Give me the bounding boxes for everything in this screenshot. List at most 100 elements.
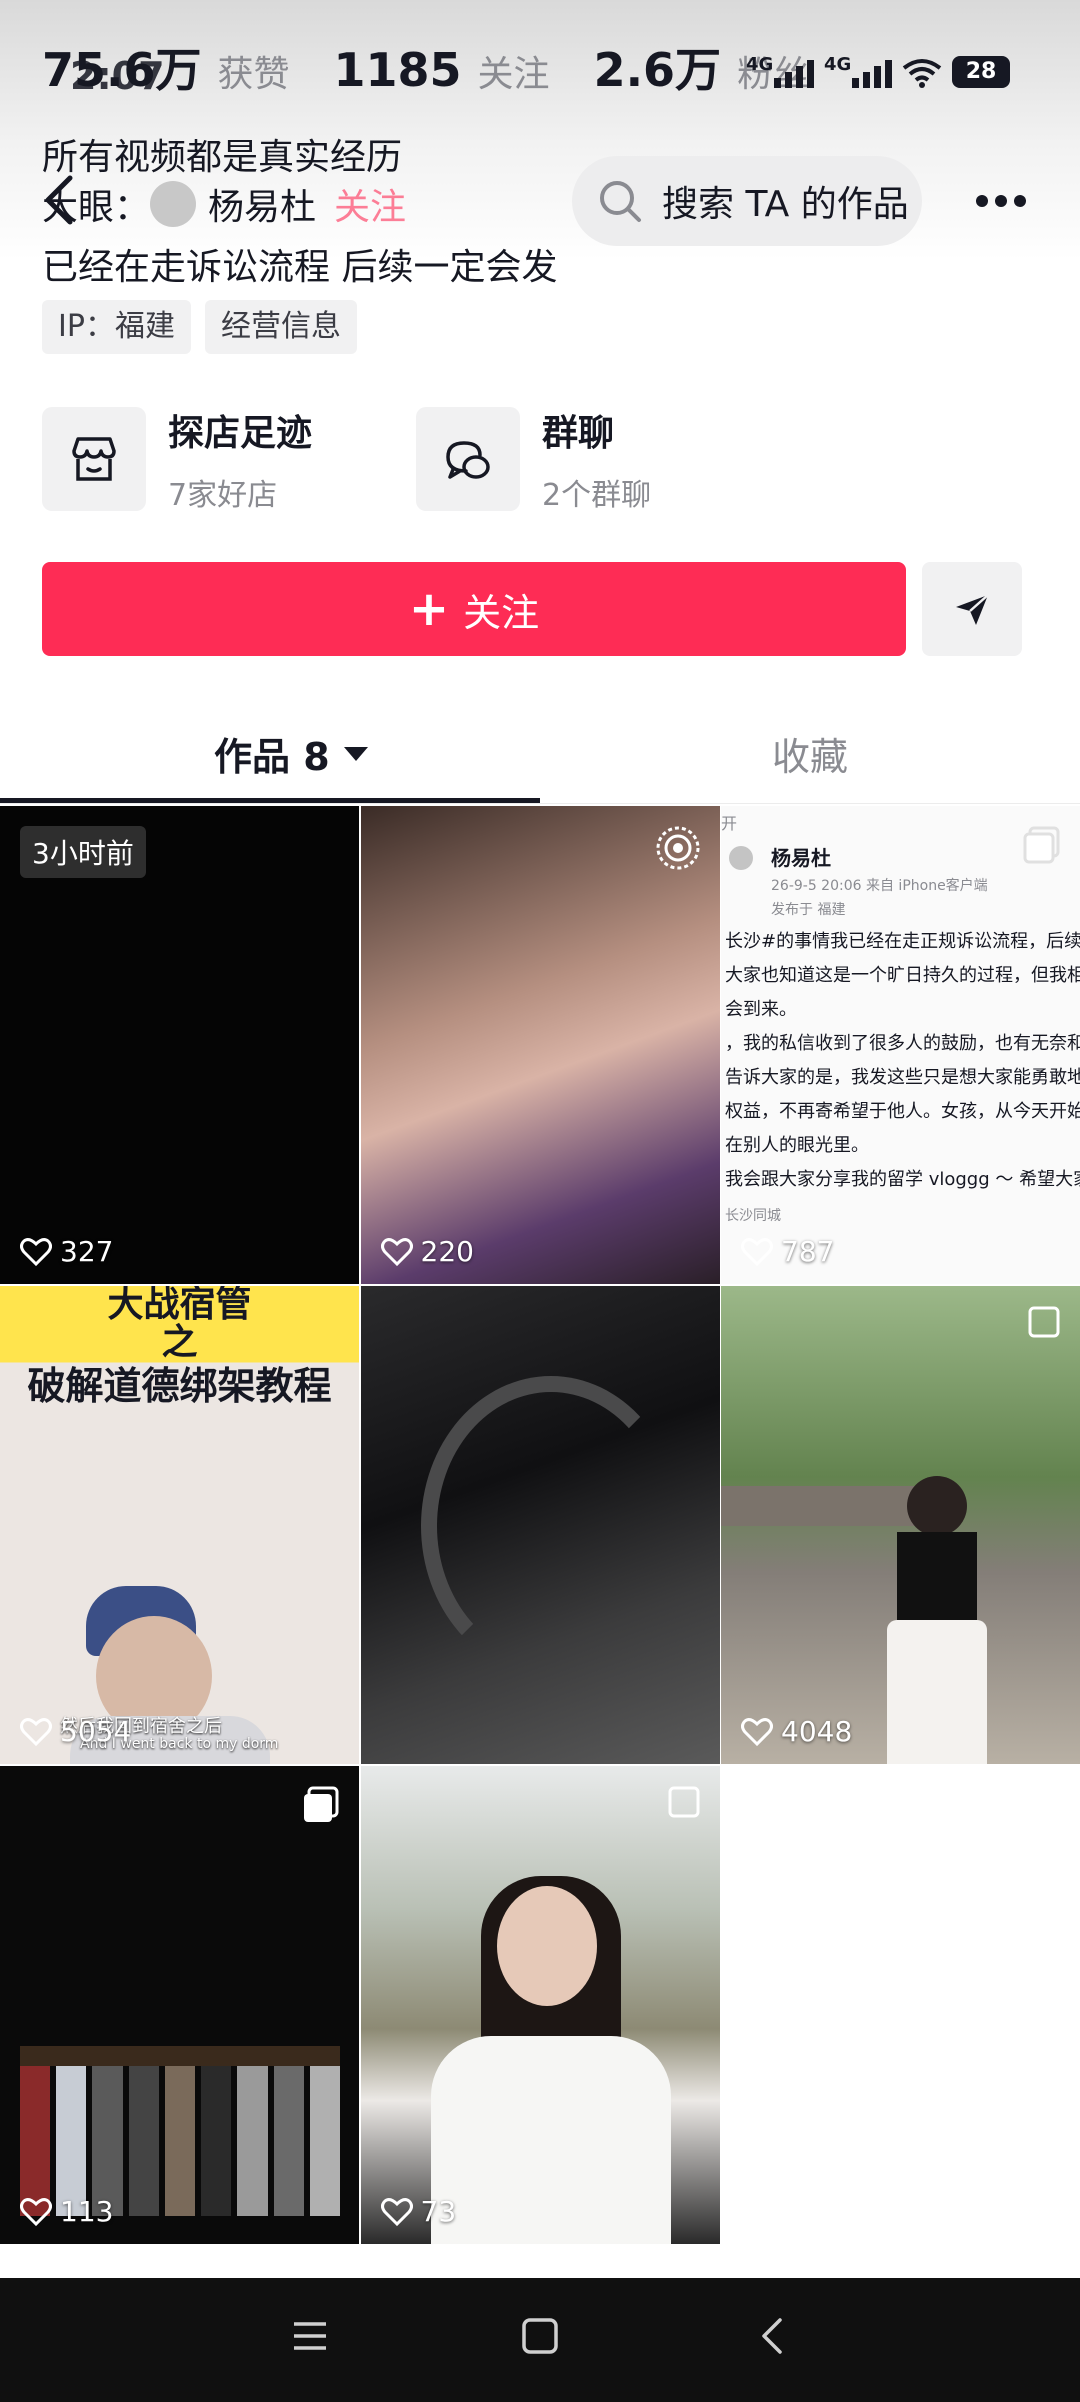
car-seat-shape xyxy=(420,1376,681,1676)
home-icon[interactable] xyxy=(520,2316,560,2356)
top-shape xyxy=(897,1532,977,1622)
like-count: 113 xyxy=(20,2195,113,2228)
stat-label: 获赞 xyxy=(217,54,290,95)
network-label: 4G xyxy=(746,54,774,75)
tag-list: IP：福建 经营信息 xyxy=(42,300,357,354)
like-count-value: 220 xyxy=(420,1235,474,1268)
like-count: 787 xyxy=(741,1235,834,1268)
search-icon xyxy=(600,181,641,222)
heart-icon xyxy=(20,2197,52,2226)
video-grid: 3小时前 327 220 开 杨易杜 26-9-5 20:06 来自 iPhon… xyxy=(0,806,1080,2244)
post-line: 权益，不再寄希望于他人。女孩，从今天开始，不 xyxy=(725,1101,1080,1122)
post-line: ，我的私信收到了很多人的鼓励，也有无奈和共鸣 xyxy=(725,1033,1080,1054)
share-button[interactable] xyxy=(922,562,1022,656)
video-thumbnail[interactable]: 开 杨易杜 26-9-5 20:06 来自 iPhone客户端 发布于 福建 长… xyxy=(721,806,1080,1284)
chat-icon xyxy=(416,407,520,511)
heart-icon xyxy=(20,1237,52,1266)
system-nav-bar xyxy=(0,2278,1080,2402)
search-placeholder: 搜索 TA 的作品 xyxy=(662,184,909,225)
like-count-value: 787 xyxy=(781,1235,835,1268)
video-thumbnail[interactable]: 73 xyxy=(360,1766,720,2244)
like-count-value: 4048 xyxy=(781,1715,853,1748)
video-thumbnail[interactable]: 4048 xyxy=(721,1286,1080,1764)
send-icon xyxy=(956,594,989,625)
hair-shape xyxy=(907,1476,967,1536)
tab-bar: 作品 8 收藏 xyxy=(0,700,1080,804)
plus-icon: + xyxy=(408,581,450,637)
post-line: 大家也知道这是一个旷日持久的过程，但我相信正 xyxy=(725,965,1080,986)
post-line: 会到来。 xyxy=(725,999,797,1020)
signal-icon: 4G xyxy=(746,54,814,88)
banner-line: 大战宿管 xyxy=(107,1286,252,1325)
like-count-value: 113 xyxy=(60,2195,114,2228)
stat-following[interactable]: 1185 关注 xyxy=(334,43,550,97)
post-location: 发布于 福建 xyxy=(771,902,846,918)
like-count: 220 xyxy=(380,1235,474,1268)
back-icon[interactable] xyxy=(752,2316,792,2356)
tab-indicator xyxy=(0,798,540,803)
business-info-tag[interactable]: 经营信息 xyxy=(204,300,357,354)
menu-icon[interactable] xyxy=(290,2316,330,2356)
time-badge: 3小时前 xyxy=(20,826,146,878)
post-line: 长沙#的事情我已经在走正规诉讼流程，后续一定会 xyxy=(725,931,1080,952)
like-count: 5054 xyxy=(20,1715,131,1748)
video-thumbnail[interactable]: 3小时前 327 xyxy=(0,806,359,1284)
video-title-banner: 大战宿管 之 破解道德绑架教程 xyxy=(0,1286,359,1410)
feature-row: 探店足迹 7家好店 群聊 2个群聊 xyxy=(42,404,746,514)
like-count: 327 xyxy=(20,1235,113,1268)
feature-subtitle: 7家好店 xyxy=(168,478,278,513)
video-thumbnail[interactable]: 大战宿管 之 破解道德绑架教程 然后我回到宿舍之后 And I went bac… xyxy=(0,1286,359,1764)
stat-label: 关注 xyxy=(477,54,550,95)
image-set-icon xyxy=(1023,826,1060,864)
feature-group-chat[interactable]: 群聊 2个群聊 xyxy=(416,404,746,514)
wifi-icon xyxy=(902,59,942,88)
image-set-icon xyxy=(1028,1306,1060,1338)
search-input[interactable]: 搜索 TA 的作品 xyxy=(572,156,922,246)
tab-works[interactable]: 作品 8 xyxy=(214,726,368,781)
feature-title: 群聊 xyxy=(542,413,615,454)
shirt-shape xyxy=(430,2036,671,2244)
stat-value: 2.6万 xyxy=(593,43,722,97)
avatar xyxy=(150,181,197,227)
video-thumbnail[interactable]: 220 xyxy=(360,806,720,1284)
back-arrow-icon[interactable] xyxy=(40,170,80,230)
bio-line: 已经在走诉讼流程 后续一定会发 xyxy=(42,247,558,288)
bio-line: 大眼： 杨易杜 关注 xyxy=(42,178,406,230)
feature-store-visits[interactable]: 探店足迹 7家好店 xyxy=(42,404,372,514)
follow-button[interactable]: + 关注 xyxy=(42,562,906,656)
like-count: 4048 xyxy=(741,1715,852,1748)
heart-icon xyxy=(20,1717,52,1746)
heart-icon xyxy=(380,1237,413,1266)
live-photo-icon xyxy=(656,826,699,870)
post-corner-text: 开 xyxy=(721,814,738,833)
image-set-icon xyxy=(304,1786,339,1822)
shelf-shape xyxy=(20,2046,340,2066)
mini-follow-label[interactable]: 关注 xyxy=(334,178,406,230)
heart-icon xyxy=(741,1237,773,1266)
status-icons: 4G 4G 28 xyxy=(746,54,1010,88)
image-set-icon xyxy=(668,1786,699,1818)
feature-title: 探店足迹 xyxy=(168,413,313,454)
heart-icon xyxy=(380,2197,413,2226)
caret-down-icon xyxy=(343,746,368,761)
tab-favorites[interactable]: 收藏 xyxy=(772,726,848,781)
banner-line: 破解道德绑架教程 xyxy=(27,1364,332,1408)
video-thumbnail[interactable] xyxy=(360,1286,720,1764)
post-footer: 长沙同城 xyxy=(725,1208,781,1224)
ip-tag: IP：福建 xyxy=(42,300,191,354)
video-thumbnail[interactable]: 113 xyxy=(0,1766,359,2244)
empty-cell xyxy=(721,1766,1080,2244)
more-icon[interactable] xyxy=(976,186,1036,216)
post-line: 在别人的眼光里。 xyxy=(725,1135,869,1156)
follow-label: 关注 xyxy=(463,590,540,635)
like-count-value: 73 xyxy=(420,2195,457,2228)
network-label: 4G xyxy=(824,54,852,75)
like-count: 73 xyxy=(380,2195,457,2228)
battery-icon: 28 xyxy=(952,56,1010,88)
weibo-post-screenshot: 开 杨易杜 26-9-5 20:06 来自 iPhone客户端 发布于 福建 长… xyxy=(721,806,1080,1284)
banner-line: 之 xyxy=(161,1322,198,1363)
tab-label: 收藏 xyxy=(772,735,849,779)
face-shape xyxy=(496,1886,597,2006)
status-time: 2:07 xyxy=(70,54,165,98)
heart-icon xyxy=(741,1717,773,1746)
